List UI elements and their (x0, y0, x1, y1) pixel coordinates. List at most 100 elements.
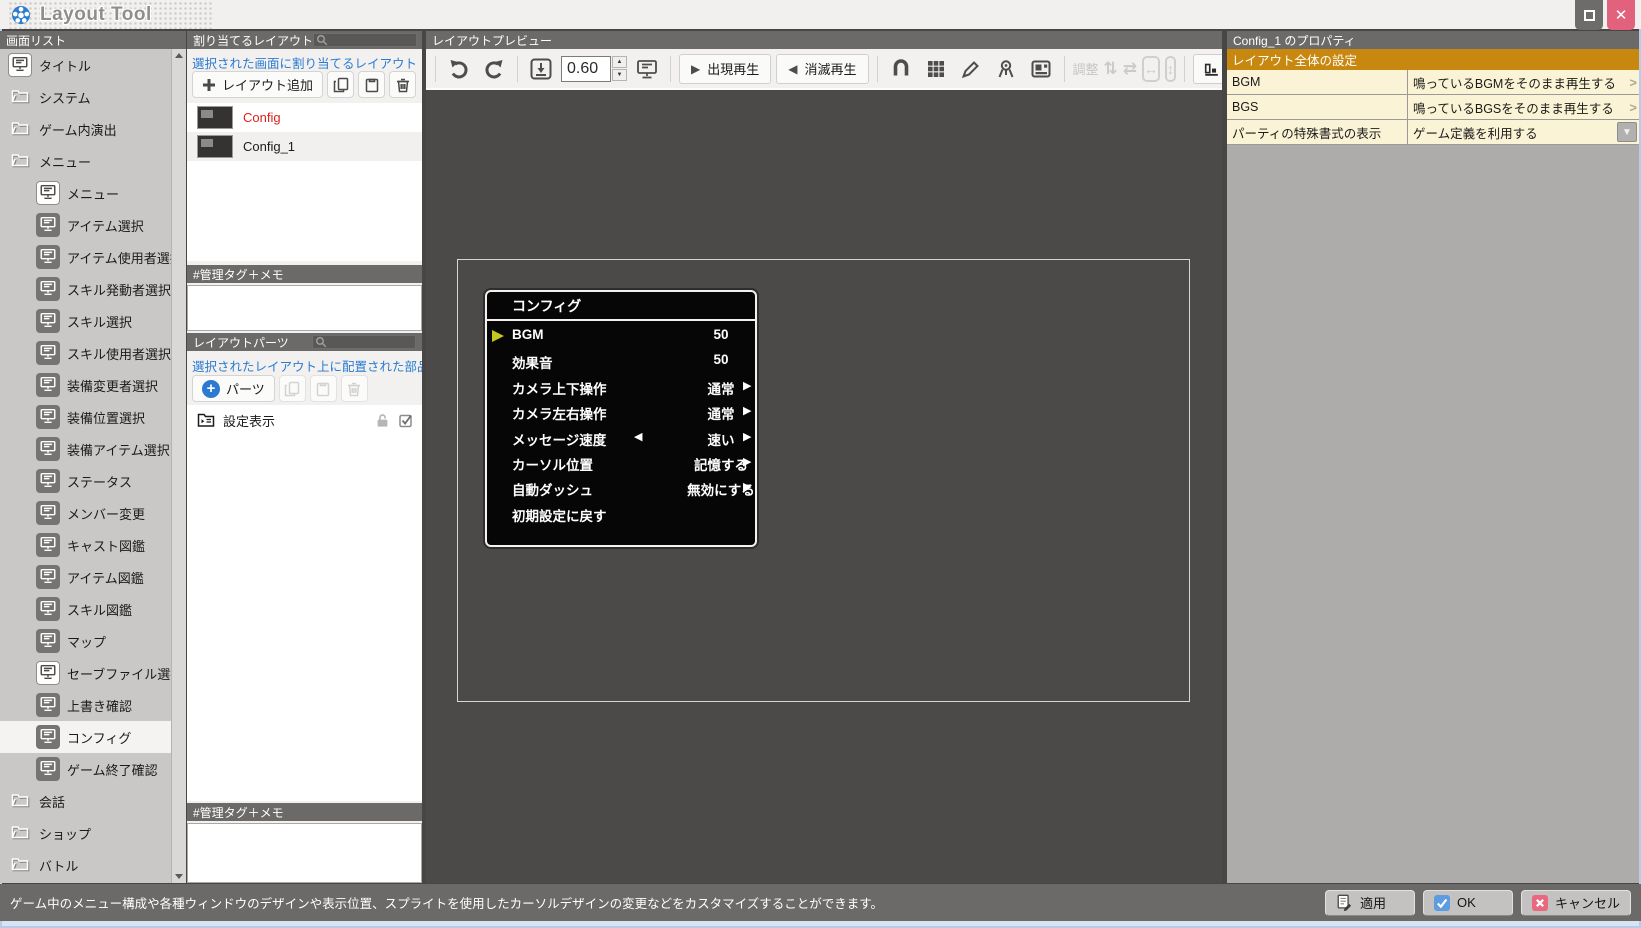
screen-list-item[interactable]: セーブファイル選択 (0, 657, 183, 689)
property-row[interactable]: パーティの特殊書式の表示 ゲーム定義を利用する > ▼ (1227, 120, 1639, 145)
screen-list-item[interactable]: メニュー (0, 145, 171, 177)
screen-list-scrollbar[interactable] (171, 49, 186, 883)
copy-part-button[interactable] (278, 375, 306, 402)
scroll-down-icon[interactable] (175, 874, 183, 879)
property-row[interactable]: BGM 鳴っているBGMをそのまま再生する > ▼ (1227, 70, 1639, 95)
fit-view-button[interactable] (526, 54, 556, 84)
arrange-button[interactable]: 配置 (1193, 53, 1222, 84)
paste-part-button[interactable] (309, 375, 337, 402)
part-list-item[interactable]: 設定表示 (187, 405, 422, 435)
search-icon (316, 337, 327, 348)
screen-list-item-label: アイテム選択 (67, 218, 144, 234)
part-visible-checkbox[interactable] (398, 412, 414, 428)
game-menu-row[interactable]: 効果音 ◀ 50 ▶ (487, 348, 755, 373)
screen-list-item[interactable]: 装備アイテム選択 (0, 433, 171, 465)
paste-layout-button[interactable] (358, 71, 386, 98)
game-menu-row[interactable]: 自動ダッシュ ◀ 無効にする ▶ (487, 475, 755, 500)
pen-button[interactable] (956, 54, 986, 84)
screen-list-item[interactable]: 上書き確認 (0, 689, 171, 721)
layout-search-input[interactable] (330, 34, 415, 46)
screen-list-item[interactable]: 装備変更者選択 (0, 369, 171, 401)
add-layout-button[interactable]: レイアウト追加 (192, 71, 324, 98)
screen-list-item[interactable]: タイトル (0, 49, 171, 81)
layout-list-item[interactable]: Config (187, 103, 422, 132)
right-arrow-icon: ▶ (743, 430, 752, 443)
unlock-icon[interactable] (375, 413, 390, 428)
property-value[interactable]: ゲーム定義を利用する > ▼ (1408, 120, 1639, 144)
screen-list-item[interactable]: メンバー変更 (0, 497, 171, 529)
screen-list-item[interactable]: 会話 (0, 785, 171, 817)
game-menu-row[interactable]: カメラ左右操作 ◀ 通常 ▶ (487, 399, 755, 424)
game-menu-row[interactable]: カメラ上下操作 ◀ 通常 ▶ (487, 374, 755, 399)
preview-toolbar: 0.60 ▲ ▼ ▶ 出現再生 ◀ 消滅再生 調整 ⇅ ⇄ ↔ ↕ (426, 49, 1222, 88)
screen-list-item[interactable]: スキル使用者選択 (0, 337, 171, 369)
screen-list-item[interactable]: スキル選択 (0, 305, 171, 337)
screen-list-item[interactable]: ゲーム終了確認 (0, 753, 171, 785)
screen-list-item[interactable]: 装備位置選択 (0, 401, 171, 433)
layout-list-item[interactable]: Config_1 (187, 132, 422, 161)
screen-list-item[interactable]: アイテム図鑑 (0, 561, 171, 593)
scroll-up-icon[interactable] (175, 53, 183, 58)
apply-button[interactable]: 適用 (1324, 889, 1415, 916)
screen-list-item[interactable]: バトル (0, 849, 171, 881)
copy-layout-button[interactable] (327, 71, 355, 98)
screen-list-item[interactable]: マップ (0, 625, 171, 657)
screen-list-item[interactable]: ショップ (0, 817, 171, 849)
dropdown-button[interactable]: ▼ (1617, 122, 1637, 142)
zoom-spinner: 0.60 ▲ ▼ (561, 55, 627, 82)
magnet-button[interactable] (886, 54, 916, 84)
screen-list-item[interactable]: ステータス (0, 465, 171, 497)
swap-vertical-icon[interactable]: ⇅ (1104, 59, 1118, 79)
ok-button[interactable]: OK (1422, 889, 1513, 916)
game-config-window[interactable]: コンフィグ BGM ◀ 50 ▶ 効果音 ◀ 50 (485, 290, 757, 547)
screen-list-item[interactable]: メニュー (0, 177, 171, 209)
parts-tag-memo-input[interactable] (187, 823, 422, 883)
undo-button[interactable] (444, 54, 474, 84)
delete-part-button[interactable] (340, 375, 368, 402)
maximize-button[interactable] (1575, 0, 1603, 30)
properties-panel: Config_1 のプロパティ レイアウト全体の設定 BGM 鳴っているBGMを… (1227, 31, 1639, 883)
screen-list-item-label: 装備位置選択 (67, 410, 146, 426)
adjust-label: 調整 (1072, 62, 1099, 77)
delete-layout-button[interactable] (389, 71, 417, 98)
play-appear-button[interactable]: ▶ 出現再生 (679, 53, 772, 84)
zoom-up-button[interactable]: ▲ (612, 56, 627, 68)
property-value[interactable]: 鳴っているBGSをそのまま再生する > ▼ (1408, 95, 1639, 119)
zoom-input[interactable]: 0.60 (561, 55, 611, 82)
swap-horizontal-icon[interactable]: ⇄ (1123, 59, 1137, 79)
layout-view-button[interactable] (1026, 54, 1056, 84)
resize-vertical-icon[interactable]: ↕ (1165, 55, 1177, 82)
zoom-down-button[interactable]: ▼ (612, 69, 627, 81)
game-menu-row[interactable]: メッセージ速度 ◀ 速い ▶ (487, 425, 755, 450)
property-row[interactable]: BGS 鳴っているBGSをそのまま再生する > ▼ (1227, 95, 1639, 120)
monitor-icon (39, 535, 57, 556)
parts-search[interactable] (312, 335, 416, 349)
capture-button[interactable] (991, 54, 1021, 84)
add-part-button[interactable]: + パーツ (192, 375, 275, 402)
game-menu-row[interactable]: BGM ◀ 50 ▶ (487, 323, 755, 348)
layout-search[interactable] (313, 33, 418, 47)
parts-search-input[interactable] (329, 336, 413, 348)
plus-circle-icon: + (202, 379, 220, 398)
screen-list-item[interactable]: コンフィグ (0, 721, 186, 753)
play-disappear-button[interactable]: ◀ 消滅再生 (776, 53, 869, 84)
grid-button[interactable] (921, 54, 951, 84)
screen-list-item[interactable]: スキル図鑑 (0, 593, 171, 625)
preview-canvas[interactable]: コンフィグ BGM ◀ 50 ▶ 効果音 ◀ 50 (426, 88, 1222, 883)
screen-list-item[interactable]: キャスト図鑑 (0, 529, 171, 561)
cancel-button[interactable]: キャンセル (1520, 889, 1631, 916)
screen-list-item[interactable]: アイテム選択 (0, 209, 171, 241)
screen-list-item[interactable]: アイテム使用者選択 (0, 241, 183, 273)
screen-list-item[interactable]: スキル発動者選択 (0, 273, 171, 305)
redo-button[interactable] (479, 54, 509, 84)
monitor-view-button[interactable] (632, 54, 662, 84)
tag-memo-input[interactable] (187, 285, 422, 331)
game-menu-row[interactable]: 初期設定に戻す ◀ ▶ (487, 501, 755, 526)
game-menu-row[interactable]: カーソル位置 ◀ 記憶する ▶ (487, 450, 755, 475)
property-value[interactable]: 鳴っているBGMをそのまま再生する > ▼ (1408, 70, 1639, 94)
resize-horizontal-icon[interactable]: ↔ (1142, 55, 1161, 82)
screen-list-item[interactable]: ゲーム内演出 (0, 113, 171, 145)
status-bar: ゲーム中のメニュー構成や各種ウィンドウのデザインや表示位置、スプライトを使用した… (0, 884, 1641, 921)
screen-list-item[interactable]: システム (0, 81, 171, 113)
close-button[interactable]: ✕ (1607, 0, 1635, 30)
